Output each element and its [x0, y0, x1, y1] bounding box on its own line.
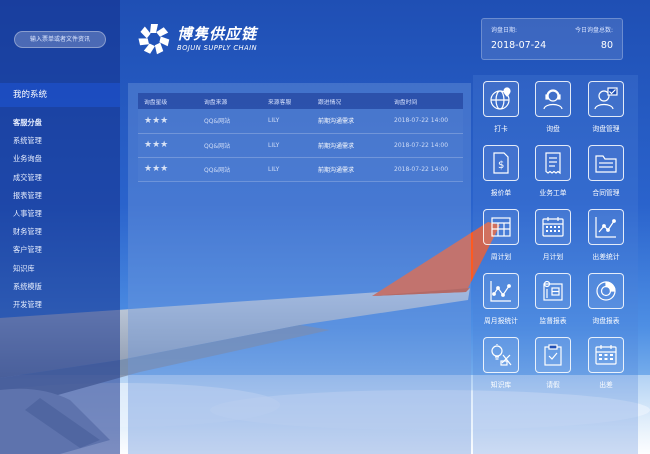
- inquiry-table: 询盘星级 询盘来源 来源客服 跟进情况 询盘时间 ★★★ QQ&网站 LILY …: [138, 93, 463, 182]
- column-header-agent[interactable]: 来源客服: [262, 93, 312, 109]
- tile-business-trip-stats[interactable]: 出差统计: [581, 203, 631, 265]
- donut-chart-icon: [596, 281, 616, 301]
- tile-label: 合同管理: [592, 189, 620, 197]
- cell-agent: LILY: [262, 157, 312, 182]
- tile-label: 询盘: [546, 125, 560, 133]
- tile-business-trip[interactable]: 出差: [581, 331, 631, 393]
- sidebar-item-system-management[interactable]: 系统管理: [13, 132, 113, 150]
- month-calendar-icon: [542, 217, 564, 237]
- tile-contract-management[interactable]: 合同管理: [581, 139, 631, 201]
- inquiry-date-value: 2018-07-24: [491, 40, 547, 51]
- quick-access-panel: 打卡 询盘 询盘管理 $ 报价单 业务工单 合同管理 周计划 月计划 出差统计 …: [473, 75, 638, 454]
- user-check-icon: [594, 87, 618, 110]
- sidebar-item-report-management[interactable]: 报表管理: [13, 187, 113, 205]
- inquiry-table-panel: 询盘星级 询盘来源 来源客服 跟进情况 询盘时间 ★★★ QQ&网站 LILY …: [128, 83, 471, 454]
- left-sidebar: 输入票单或者文件资讯 我的系统 客服分盘 系统管理 业务询盘 成交管理 报表管理…: [0, 0, 120, 454]
- logo-mark-icon: [138, 24, 170, 55]
- column-header-source[interactable]: 询盘来源: [198, 93, 262, 109]
- tile-weekly-monthly-report[interactable]: 周月报统计: [476, 267, 526, 329]
- cell-status: 前期沟通需求: [312, 109, 388, 134]
- cell-time: 2018-07-22 14:00: [388, 109, 463, 134]
- blueprint-icon: [543, 280, 563, 301]
- folder-icon: [595, 155, 617, 173]
- tile-label: 监督报表: [539, 317, 567, 325]
- search-input[interactable]: 输入票单或者文件资讯: [14, 31, 106, 48]
- tile-label: 请假: [546, 381, 560, 389]
- tile-label: 询盘报表: [592, 317, 620, 325]
- table-row[interactable]: ★★★ QQ&网站 LILY 前期沟通需求 2018-07-22 14:00: [138, 157, 463, 182]
- clipboard-icon: [544, 344, 562, 366]
- tile-label: 询盘管理: [592, 125, 620, 133]
- sidebar-item-customer-service[interactable]: 客服分盘: [13, 114, 113, 132]
- cell-source: QQ&网站: [198, 133, 262, 158]
- tile-knowledge-base[interactable]: 知识库: [476, 331, 526, 393]
- user-support-icon: [543, 89, 563, 110]
- trend-chart-icon: [490, 281, 511, 302]
- tile-inquiry-report[interactable]: 询盘报表: [581, 267, 631, 329]
- trip-calendar-icon: [595, 345, 617, 365]
- sidebar-item-system-templates[interactable]: 系统模版: [13, 278, 113, 296]
- table-row[interactable]: ★★★ QQ&网站 LILY 前期沟通需求 2018-07-22 14:00: [138, 109, 463, 134]
- column-header-status[interactable]: 跟进情况: [312, 93, 388, 109]
- cell-agent: LILY: [262, 109, 312, 134]
- svg-text:$: $: [498, 160, 504, 171]
- tile-inquiry-management[interactable]: 询盘管理: [581, 75, 631, 137]
- cell-agent: LILY: [262, 133, 312, 158]
- sidebar-item-customer-management[interactable]: 客户管理: [13, 241, 113, 259]
- today-inquiry-count-label: 今日询盘总数:: [574, 27, 613, 34]
- column-header-rating[interactable]: 询盘星级: [138, 93, 198, 109]
- tile-monthly-plan[interactable]: 月计划: [528, 203, 578, 265]
- tile-weekly-plan[interactable]: 周计划: [476, 203, 526, 265]
- tile-business-ticket[interactable]: 业务工单: [528, 139, 578, 201]
- cell-time: 2018-07-22 14:00: [388, 157, 463, 182]
- inquiry-date-label: 询盘日期:: [491, 27, 518, 34]
- tile-supervision-report[interactable]: 监督报表: [528, 267, 578, 329]
- tile-clock-in[interactable]: 打卡: [476, 75, 526, 137]
- brand-logo: 博隽供应链 BOJUN SUPPLY CHAIN: [137, 20, 287, 60]
- sidebar-item-knowledge-base[interactable]: 知识库: [13, 260, 113, 278]
- rating-stars: ★★★: [138, 133, 198, 158]
- cell-status: 前期沟通需求: [312, 157, 388, 182]
- brand-name-en: BOJUN SUPPLY CHAIN: [177, 44, 257, 52]
- sidebar-title-my-system[interactable]: 我的系统: [0, 83, 120, 107]
- cell-source: QQ&网站: [198, 109, 262, 134]
- inquiry-stats-box: 询盘日期: 今日询盘总数: 2018-07-24 80: [481, 18, 623, 60]
- sidebar-item-hr-management[interactable]: 人事管理: [13, 205, 113, 223]
- tile-label: 业务工单: [539, 189, 567, 197]
- sidebar-item-business-inquiry[interactable]: 业务询盘: [13, 150, 113, 168]
- tile-label: 月计划: [542, 253, 564, 261]
- rating-stars: ★★★: [138, 157, 198, 182]
- tile-label: 报价单: [490, 189, 512, 197]
- sidebar-nav: 客服分盘 系统管理 业务询盘 成交管理 报表管理 人事管理 财务管理 客户管理 …: [13, 114, 113, 314]
- sidebar-item-deal-management[interactable]: 成交管理: [13, 169, 113, 187]
- column-header-time[interactable]: 询盘时间: [388, 93, 463, 109]
- globe-pin-icon: [490, 87, 511, 110]
- receipt-icon: [545, 152, 561, 175]
- dollar-document-icon: $: [493, 152, 509, 174]
- week-calendar-icon: [491, 217, 511, 237]
- tile-leave-request[interactable]: 请假: [528, 331, 578, 393]
- table-row[interactable]: ★★★ QQ&网站 LILY 前期沟通需求 2018-07-22 14:00: [138, 133, 463, 158]
- tile-label: 出差: [599, 381, 613, 389]
- tile-label: 周计划: [490, 253, 512, 261]
- tile-label: 周月报统计: [484, 317, 518, 325]
- tile-label: 出差统计: [592, 253, 620, 261]
- today-inquiry-count-value: 80: [600, 40, 613, 51]
- tile-label: 知识库: [490, 381, 512, 389]
- sidebar-item-development-management[interactable]: 开发管理: [13, 296, 113, 314]
- tile-inquiry[interactable]: 询盘: [528, 75, 578, 137]
- brand-name-cn: 博隽供应链: [177, 25, 258, 43]
- sidebar-item-finance-management[interactable]: 财务管理: [13, 223, 113, 241]
- table-header-row: 询盘星级 询盘来源 来源客服 跟进情况 询盘时间: [138, 93, 463, 109]
- tile-quotation[interactable]: $ 报价单: [476, 139, 526, 201]
- cell-status: 前期沟通需求: [312, 133, 388, 158]
- cell-time: 2018-07-22 14:00: [388, 133, 463, 158]
- rating-stars: ★★★: [138, 109, 198, 134]
- tile-label: 打卡: [494, 125, 508, 133]
- line-chart-icon: [595, 217, 616, 238]
- cell-source: QQ&网站: [198, 157, 262, 182]
- knowledge-icon: [491, 344, 512, 366]
